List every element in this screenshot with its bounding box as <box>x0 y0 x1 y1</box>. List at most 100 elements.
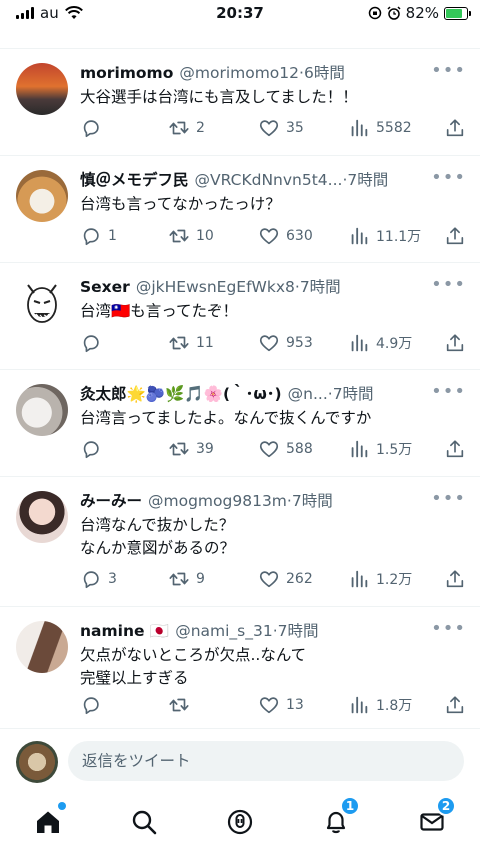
tab-spaces[interactable] <box>220 804 260 840</box>
view-count: 11.1万 <box>376 229 422 245</box>
author-handle[interactable]: @nami_s_31 <box>175 620 273 642</box>
share-button[interactable] <box>444 694 466 716</box>
tweet[interactable]: morimomo @morimomo12 · 6時間 ••• 大谷選手は台湾にも… <box>0 49 480 156</box>
author-name[interactable]: namine 🇯🇵 <box>80 620 169 642</box>
like-button[interactable]: 588 <box>258 438 348 460</box>
views-button[interactable]: 11.1万 <box>348 225 442 247</box>
reply-button[interactable] <box>80 438 168 460</box>
author-handle[interactable]: @mogmog9813m <box>148 490 287 512</box>
tweet[interactable]: namine 🇯🇵 @nami_s_31 · 7時間 ••• 欠点がないところが… <box>0 607 480 728</box>
current-user-avatar[interactable] <box>16 741 58 783</box>
share-button[interactable] <box>444 568 466 590</box>
tweet-text: 台湾言ってましたよ。なんで抜くんですか <box>80 409 372 427</box>
retweet-button[interactable]: 10 <box>168 225 258 247</box>
retweet-icon <box>169 229 189 243</box>
avatar[interactable] <box>16 170 68 222</box>
share-button[interactable] <box>444 438 466 460</box>
avatar[interactable] <box>16 384 68 436</box>
like-button[interactable]: 13 <box>258 694 348 716</box>
hannya-mask-avatar-icon <box>27 284 57 323</box>
tab-messages[interactable]: 2 <box>412 796 456 840</box>
like-button[interactable]: 630 <box>258 225 348 247</box>
more-options-icon[interactable]: ••• <box>431 490 466 508</box>
retweet-button[interactable] <box>168 694 258 716</box>
tweet[interactable]: 灸太郎🌟🫐🌿🎵🌸(｀･ω･) @n... · 7時間 ••• 台湾言ってましたよ… <box>0 370 480 477</box>
status-bar: au 20:37 82% <box>0 0 480 28</box>
views-button[interactable]: 1.5万 <box>348 438 442 460</box>
reply-button[interactable]: 1 <box>80 225 168 247</box>
reply-button[interactable] <box>80 694 168 716</box>
views-button[interactable]: 4.9万 <box>348 332 442 354</box>
author-name[interactable]: 慎＠メモデフ民 <box>80 169 189 191</box>
author-name[interactable]: みーみー <box>80 490 142 512</box>
tweet-time[interactable]: 7時間 <box>278 620 319 642</box>
tab-home[interactable] <box>28 802 68 840</box>
tweet-time[interactable]: 7時間 <box>347 169 388 191</box>
more-options-icon[interactable]: ••• <box>431 276 466 294</box>
like-count: 35 <box>286 120 304 136</box>
tweet-time[interactable]: 7時間 <box>333 383 374 405</box>
views-chart-icon <box>351 696 368 714</box>
like-button[interactable]: 35 <box>258 117 348 139</box>
share-icon <box>446 119 464 137</box>
reply-button[interactable]: 3 <box>80 568 168 590</box>
views-button[interactable]: 1.2万 <box>348 568 442 590</box>
share-button[interactable] <box>444 332 466 354</box>
share-icon <box>446 227 464 245</box>
author-handle[interactable]: @jkHEwsnEgEfWkx8 <box>136 276 295 298</box>
tweet[interactable]: Sexer @jkHEwsnEgEfWkx8 · 7時間 ••• 台湾🇹🇼も言っ… <box>0 263 480 370</box>
more-options-icon[interactable]: ••• <box>431 620 466 638</box>
tab-notifications[interactable]: 1 <box>316 796 360 840</box>
like-button[interactable]: 262 <box>258 568 348 590</box>
author-name[interactable]: morimomo <box>80 62 173 84</box>
battery-icon <box>444 6 471 20</box>
retweet-button[interactable]: 9 <box>168 568 258 590</box>
share-icon <box>446 440 464 458</box>
more-options-icon[interactable]: ••• <box>431 62 466 80</box>
avatar[interactable] <box>16 621 68 673</box>
like-count: 588 <box>286 441 313 457</box>
retweet-button[interactable]: 11 <box>168 332 258 354</box>
view-count: 1.5万 <box>376 442 413 458</box>
heart-icon <box>259 120 279 137</box>
bottom-tab-bar: 1 2 <box>0 792 480 854</box>
like-count: 630 <box>286 228 313 244</box>
views-chart-icon <box>351 227 368 245</box>
author-name[interactable]: 灸太郎🌟🫐🌿🎵🌸(｀･ω･) <box>80 383 282 405</box>
tweet-time[interactable]: 6時間 <box>304 62 345 84</box>
tweet-text: 大谷選手は台湾にも言及してました！！ <box>80 88 358 106</box>
like-button[interactable]: 953 <box>258 332 348 354</box>
more-options-icon[interactable]: ••• <box>431 383 466 401</box>
share-button[interactable] <box>444 117 466 139</box>
author-handle[interactable]: @n... <box>288 383 328 405</box>
reply-button[interactable] <box>80 332 168 354</box>
tab-search[interactable] <box>124 804 164 840</box>
reply-button[interactable] <box>80 117 168 139</box>
share-icon <box>446 334 464 352</box>
more-options-icon[interactable]: ••• <box>431 169 466 187</box>
retweet-button[interactable]: 2 <box>168 117 258 139</box>
author-name[interactable]: Sexer <box>80 276 130 298</box>
tweet-text: 台湾も言ってなかったっけ？ <box>80 195 281 213</box>
tweet[interactable]: みーみー @mogmog9813m · 7時間 ••• 台湾なんで抜かした？ な… <box>0 477 480 607</box>
tweet-time[interactable]: 7時間 <box>300 276 341 298</box>
avatar[interactable] <box>16 491 68 543</box>
share-button[interactable] <box>444 225 466 247</box>
retweet-count: 2 <box>196 120 205 136</box>
reply-input[interactable]: 返信をツイート <box>68 741 464 781</box>
reply-count: 3 <box>108 571 117 587</box>
author-handle[interactable]: @VRCKdNnvn5t4... <box>195 169 343 191</box>
avatar[interactable] <box>16 63 68 115</box>
share-icon <box>446 696 464 714</box>
tweet[interactable]: 慎＠メモデフ民 @VRCKdNnvn5t4... · 7時間 ••• 台湾も言っ… <box>0 156 480 263</box>
views-button[interactable]: 5582 <box>348 117 442 139</box>
notification-badge: 1 <box>340 796 360 816</box>
author-handle[interactable]: @morimomo12 <box>179 62 299 84</box>
views-button[interactable]: 1.8万 <box>348 694 442 716</box>
like-count: 262 <box>286 571 313 587</box>
avatar[interactable] <box>16 277 68 329</box>
retweet-button[interactable]: 39 <box>168 438 258 460</box>
alarm-icon <box>387 6 401 20</box>
tweet-time[interactable]: 7時間 <box>292 490 333 512</box>
new-content-dot <box>58 802 66 810</box>
